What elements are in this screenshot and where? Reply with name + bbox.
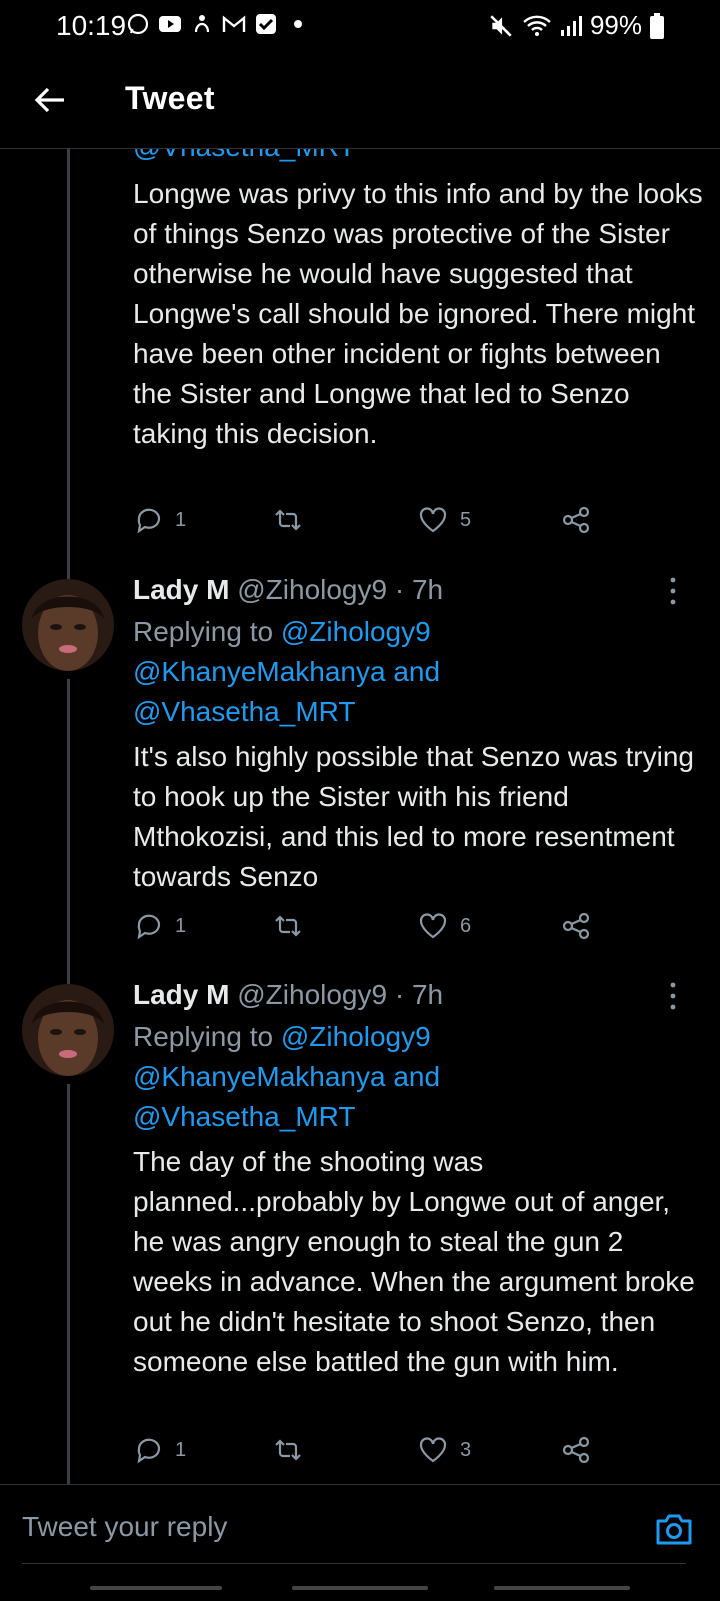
- share-icon: [562, 1436, 590, 1464]
- tweet-header: Lady M @Zihology9 · 7h: [133, 975, 443, 1015]
- retweet-button[interactable]: [273, 911, 303, 941]
- nav-bar-indicator: [494, 1586, 630, 1590]
- whatsapp-icon: [127, 13, 149, 35]
- replying-to-label: Replying to: [133, 1021, 274, 1052]
- heart-icon: [419, 507, 447, 533]
- replying-to-label: Replying to: [133, 616, 274, 647]
- like-button[interactable]: 5: [418, 505, 471, 535]
- retweet-icon: [275, 1439, 301, 1461]
- tweet-header: Lady M @Zihology9 · 7h: [133, 570, 443, 610]
- camera-icon[interactable]: [654, 1509, 694, 1549]
- status-right: 99%: [488, 10, 664, 41]
- checkbox-icon: [256, 14, 276, 34]
- reply-icon: [137, 914, 161, 940]
- reply-button[interactable]: 1: [133, 1435, 186, 1465]
- battery-icon: [650, 12, 664, 39]
- top-app-bar: Tweet: [0, 52, 720, 149]
- more-icon[interactable]: [668, 979, 678, 1013]
- reply-button[interactable]: 1: [133, 505, 186, 535]
- like-count: 5: [460, 508, 472, 531]
- page-title: Tweet: [125, 80, 215, 116]
- back-arrow-icon[interactable]: [32, 82, 68, 118]
- status-time: 10:19: [56, 10, 127, 41]
- nav-bar-indicator: [292, 1586, 428, 1590]
- battery-percent: 99%: [589, 10, 642, 40]
- avatar[interactable]: [22, 984, 114, 1076]
- mention-link[interactable]: @Vhasetha_MRT: [133, 149, 355, 167]
- reply-composer: Tweet your reply: [0, 1484, 720, 1601]
- share-icon: [562, 912, 590, 940]
- status-bar: 10:19 99%: [0, 0, 720, 52]
- thread-line: [67, 149, 70, 579]
- retweet-button[interactable]: [273, 505, 303, 535]
- wifi-icon: [523, 15, 551, 36]
- mute-icon: [490, 14, 512, 37]
- heart-icon: [419, 1437, 447, 1463]
- youtube-icon: [159, 16, 181, 32]
- share-button[interactable]: [561, 505, 591, 535]
- share-button[interactable]: [561, 911, 591, 941]
- more-icon[interactable]: [668, 574, 678, 608]
- app-icon: [194, 15, 210, 33]
- retweet-icon: [275, 509, 301, 531]
- thread-line: [67, 679, 70, 984]
- like-button[interactable]: 3: [418, 1435, 471, 1465]
- profile-photo: [22, 579, 114, 671]
- mention-link[interactable]: @Zihology9: [281, 1021, 431, 1052]
- handle-time[interactable]: @Zihology9 · 7h: [237, 574, 443, 605]
- retweet-button[interactable]: [273, 1435, 303, 1465]
- notification-icons: [126, 12, 310, 36]
- display-name[interactable]: Lady M: [133, 979, 229, 1010]
- retweet-icon: [275, 915, 301, 937]
- reply-input[interactable]: Tweet your reply: [22, 1511, 227, 1543]
- tweet-text: It's also highly possible that Senzo was…: [133, 741, 694, 892]
- tweet-feed[interactable]: @Vhasetha_MRT Longwe was privy to this i…: [0, 149, 720, 1484]
- like-count: 6: [460, 914, 472, 937]
- handle-time[interactable]: @Zihology9 · 7h: [237, 979, 443, 1010]
- nav-bar-indicator: [90, 1586, 222, 1590]
- mention-link[interactable]: @KhanyeMakhanya and: [133, 656, 440, 687]
- like-count: 3: [460, 1438, 472, 1461]
- dot-icon: [294, 20, 302, 28]
- input-underline: [22, 1563, 686, 1564]
- tweet-text: The day of the shooting was planned...pr…: [133, 1146, 695, 1377]
- tweet-actions: 1 3: [133, 1435, 613, 1469]
- reply-count: 1: [175, 508, 187, 531]
- display-name[interactable]: Lady M: [133, 574, 229, 605]
- avatar[interactable]: [22, 579, 114, 671]
- mention-link[interactable]: @Vhasetha_MRT: [133, 1101, 355, 1132]
- reply-icon: [137, 1438, 161, 1464]
- tweet-actions: 1 5: [133, 505, 613, 539]
- replying-to: Replying to @Zihology9 @KhanyeMakhanya a…: [133, 1017, 693, 1137]
- tweet-text: Longwe was privy to this info and by the…: [133, 178, 703, 449]
- replying-to: Replying to @Zihology9 @KhanyeMakhanya a…: [133, 612, 693, 732]
- signal-icon: [560, 15, 582, 36]
- profile-photo: [22, 984, 114, 1076]
- like-button[interactable]: 6: [418, 911, 471, 941]
- heart-icon: [419, 913, 447, 939]
- tweet-actions: 1 6: [133, 911, 613, 945]
- mention-link[interactable]: @Vhasetha_MRT: [133, 696, 355, 727]
- reply-count: 1: [175, 1438, 187, 1461]
- reply-icon: [137, 508, 161, 534]
- reply-count: 1: [175, 914, 187, 937]
- reply-button[interactable]: 1: [133, 911, 186, 941]
- share-icon: [562, 506, 590, 534]
- gmail-icon: [222, 15, 246, 32]
- mention-link[interactable]: @KhanyeMakhanya and: [133, 1061, 440, 1092]
- thread-line: [67, 1084, 70, 1484]
- share-button[interactable]: [561, 1435, 591, 1465]
- mention-link[interactable]: @Zihology9: [281, 616, 431, 647]
